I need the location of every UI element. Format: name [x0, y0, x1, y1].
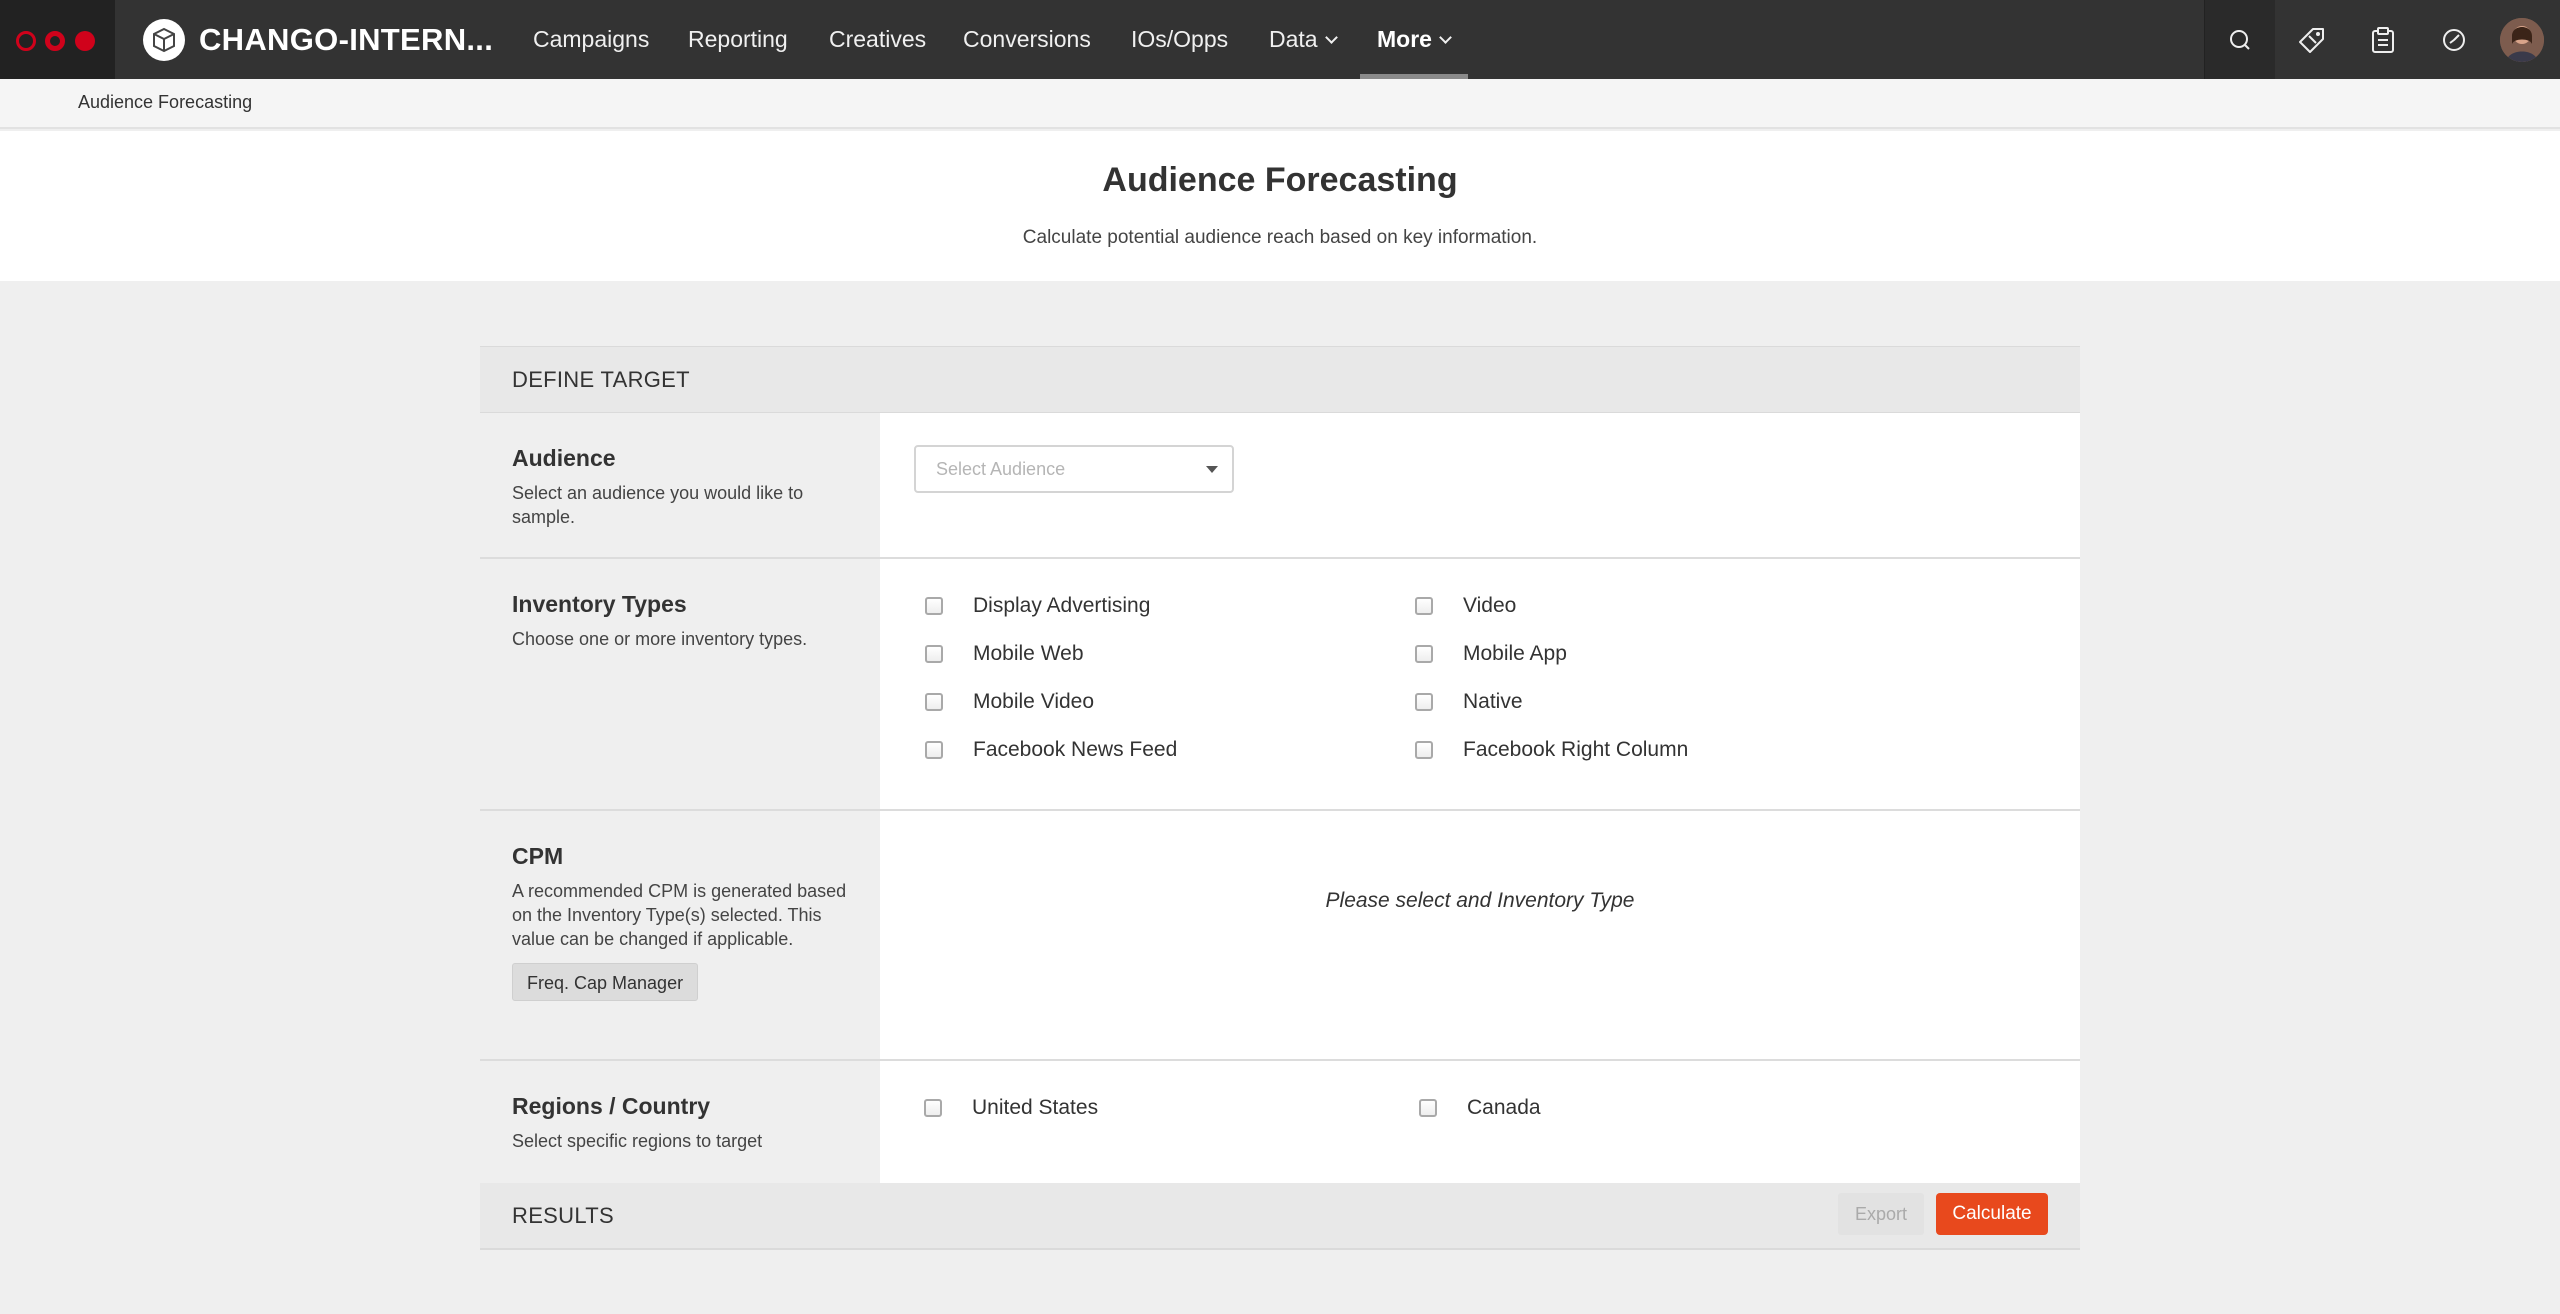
option-label: Canada — [1467, 1096, 1541, 1119]
checkbox[interactable] — [925, 693, 943, 711]
inventory-option-display-advertising[interactable]: Display Advertising — [925, 591, 1150, 621]
search-button[interactable] — [2205, 0, 2275, 79]
page-subtitle: Calculate potential audience reach based… — [1022, 227, 1538, 248]
nav-creatives[interactable]: Creatives — [829, 0, 926, 79]
tag-icon — [2299, 27, 2324, 53]
nav-ios-opps[interactable]: IOs/Opps — [1131, 0, 1228, 79]
clock-icon — [2443, 28, 2465, 51]
checkbox[interactable] — [1415, 741, 1433, 759]
checkbox[interactable] — [925, 645, 943, 663]
regions-title: Regions / Country — [512, 1093, 711, 1119]
define-target-heading: DEFINE TARGET — [480, 346, 2080, 413]
option-label: Native — [1463, 690, 1523, 713]
nav-data-label: Data — [1269, 26, 1318, 52]
option-label: Video — [1463, 594, 1517, 617]
checkbox[interactable] — [1419, 1099, 1437, 1117]
cpm-description: A recommended CPM is generated based on … — [512, 881, 847, 949]
audience-label-cell: Audience Select an audience you would li… — [480, 413, 880, 557]
cpm-title: CPM — [512, 843, 564, 869]
nav-campaigns[interactable]: Campaigns — [533, 0, 649, 79]
avatar[interactable] — [2500, 18, 2544, 62]
audience-title: Audience — [512, 445, 616, 471]
inventory-option-mobile-app[interactable]: Mobile App — [1415, 639, 1567, 669]
nav-conversions[interactable]: Conversions — [963, 0, 1091, 79]
breadcrumb-current: Audience Forecasting — [78, 92, 253, 112]
top-navigation-bar: CHANGO-INTERN... Campaigns Reporting Cre… — [0, 0, 2560, 79]
inventory-options-cell: Display Advertising Video Mobile Web Mob… — [880, 559, 2080, 809]
audience-row: Audience Select an audience you would li… — [480, 413, 2080, 559]
region-option-canada[interactable]: Canada — [1419, 1093, 1541, 1123]
inventory-option-facebook-news-feed[interactable]: Facebook News Feed — [925, 735, 1177, 765]
nav-more-label: More — [1377, 26, 1432, 52]
checkbox[interactable] — [1415, 597, 1433, 615]
checkbox[interactable] — [1415, 693, 1433, 711]
search-icon — [2230, 29, 2250, 50]
activity-button[interactable] — [2419, 0, 2489, 79]
option-label: Mobile Web — [973, 642, 1084, 665]
inventory-title: Inventory Types — [512, 591, 687, 617]
tasks-button[interactable] — [2348, 0, 2418, 79]
logo-dot-ring — [45, 31, 65, 51]
account-switcher[interactable]: CHANGO-INTERN... — [143, 19, 493, 61]
export-button[interactable]: Export — [1838, 1193, 1924, 1235]
chevron-down-icon — [1439, 31, 1452, 44]
results-heading: RESULTS — [512, 1203, 614, 1228]
page-title: Audience Forecasting — [1102, 161, 1458, 199]
checkbox[interactable] — [924, 1099, 942, 1117]
cpm-label-cell: CPM A recommended CPM is generated based… — [480, 811, 880, 1059]
regions-description: Select specific regions to target — [512, 1131, 763, 1151]
page-header: Audience Forecasting Calculate potential… — [0, 131, 2560, 281]
logo-dot-filled — [75, 31, 95, 51]
chevron-down-icon — [1324, 31, 1338, 44]
regions-label-cell: Regions / Country Select specific region… — [480, 1061, 880, 1183]
option-label: Facebook News Feed — [973, 738, 1178, 761]
inventory-option-native[interactable]: Native — [1415, 687, 1523, 717]
option-label: Facebook Right Column — [1463, 738, 1689, 761]
account-name: CHANGO-INTERN... — [199, 22, 494, 57]
nav-data-dropdown[interactable]: Data — [1269, 0, 1338, 79]
option-label: Mobile App — [1463, 642, 1567, 665]
breadcrumb: Audience Forecasting — [0, 79, 2560, 129]
inventory-description: Choose one or more inventory types. — [512, 629, 808, 649]
option-label: United States — [972, 1096, 1099, 1119]
checkbox[interactable] — [925, 741, 943, 759]
option-label: Display Advertising — [973, 594, 1151, 617]
audience-select[interactable]: Select Audience — [914, 445, 1234, 493]
audience-select-placeholder: Select Audience — [936, 459, 1066, 479]
regions-row: Regions / Country Select specific region… — [480, 1061, 2080, 1183]
cpm-value-cell: Please select and Inventory Type — [880, 811, 2080, 1059]
results-bar: RESULTS Export Calculate — [480, 1183, 2080, 1250]
logo-dot-outline — [16, 31, 36, 51]
clipboard-icon — [2372, 26, 2394, 53]
checkbox[interactable] — [925, 597, 943, 615]
inventory-option-mobile-video[interactable]: Mobile Video — [925, 687, 1094, 717]
regions-options-cell: United States Canada — [880, 1061, 2080, 1183]
inventory-option-mobile-web[interactable]: Mobile Web — [925, 639, 1084, 669]
cpm-empty-message: Please select and Inventory Type — [1325, 889, 1635, 912]
nav-reporting[interactable]: Reporting — [688, 0, 788, 79]
app-logo[interactable] — [0, 0, 115, 79]
audience-input-cell: Select Audience — [880, 413, 2080, 557]
option-label: Mobile Video — [973, 690, 1095, 713]
tags-button[interactable] — [2277, 0, 2347, 79]
inventory-option-facebook-right-column[interactable]: Facebook Right Column — [1415, 735, 1688, 765]
checkbox[interactable] — [1415, 645, 1433, 663]
audience-description: Select an audience you would like to sam… — [512, 483, 804, 527]
region-option-united-states[interactable]: United States — [924, 1093, 1098, 1123]
inventory-option-video[interactable]: Video — [1415, 591, 1516, 621]
calculate-button[interactable]: Calculate — [1936, 1193, 2048, 1235]
cpm-row: CPM A recommended CPM is generated based… — [480, 811, 2080, 1061]
inventory-label-cell: Inventory Types Choose one or more inven… — [480, 559, 880, 809]
nav-more-dropdown[interactable]: More — [1377, 0, 1452, 79]
freq-cap-manager-button[interactable]: Freq. Cap Manager — [512, 963, 699, 1001]
cube-icon — [143, 19, 185, 61]
caret-down-icon — [1206, 466, 1218, 473]
forecast-panel: DEFINE TARGET Audience Select an audienc… — [480, 346, 2080, 1250]
inventory-types-row: Inventory Types Choose one or more inven… — [480, 559, 2080, 811]
